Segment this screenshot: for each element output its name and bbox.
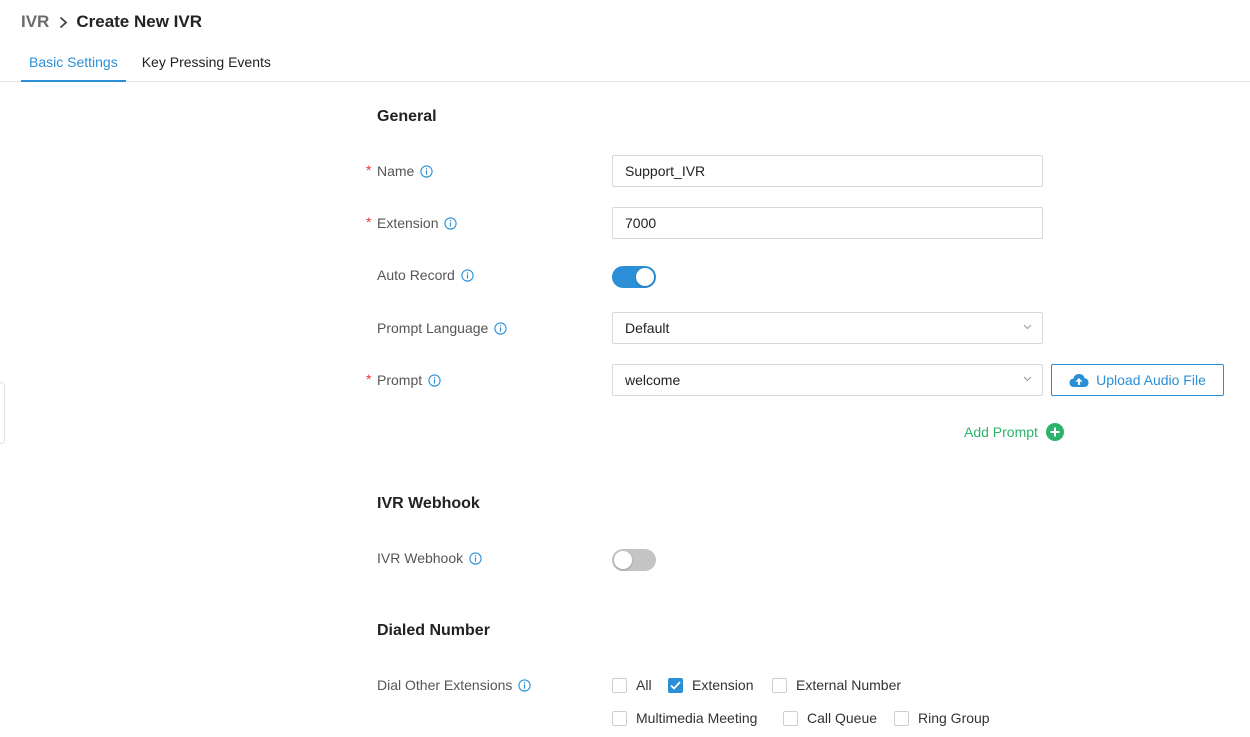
tab-bar: Basic Settings Key Pressing Events [21, 44, 287, 82]
checkbox-box[interactable] [783, 710, 798, 726]
prompt-label-row: * Prompt [366, 370, 441, 390]
plus-circle-icon [1045, 423, 1064, 441]
name-input[interactable] [612, 155, 1043, 187]
toggle-knob [614, 551, 632, 569]
checkbox-box[interactable] [772, 677, 787, 693]
checkbox-label: Extension [692, 677, 754, 693]
checkbox-label: Call Queue [807, 710, 878, 726]
checkbox-external-number[interactable]: External Number [772, 676, 901, 694]
prompt-value: welcome [625, 372, 681, 388]
page-title: Create New IVR [76, 12, 203, 31]
prompt-language-select[interactable]: Default [612, 312, 1043, 344]
checkbox-box[interactable] [612, 677, 627, 693]
ivr-webhook-label-row: IVR Webhook [377, 548, 482, 568]
checkbox-extension[interactable]: Extension [668, 676, 753, 694]
prompt-language-value: Default [625, 320, 670, 336]
checkbox-label: Ring Group [918, 710, 990, 726]
checkbox-box[interactable] [612, 710, 627, 726]
breadcrumb: IVR Create New IVR [21, 11, 202, 33]
auto-record-label: Auto Record [377, 267, 455, 283]
info-icon[interactable] [518, 678, 532, 692]
info-icon[interactable] [420, 164, 434, 178]
tab-key-pressing-events[interactable]: Key Pressing Events [134, 44, 279, 82]
checkbox-multimedia-meeting[interactable]: Multimedia Meeting [612, 709, 757, 727]
chevron-down-icon [1023, 324, 1032, 330]
checkbox-call-queue[interactable]: Call Queue [783, 709, 877, 727]
upload-audio-file-button[interactable]: Upload Audio File [1051, 364, 1224, 396]
prompt-language-label-row: Prompt Language [377, 318, 507, 338]
info-icon[interactable] [444, 216, 458, 230]
info-icon[interactable] [428, 373, 441, 387]
prompt-select[interactable]: welcome [612, 364, 1043, 396]
required-marker: * [366, 371, 372, 387]
name-label: Name [377, 163, 415, 179]
ivr-webhook-label: IVR Webhook [377, 550, 464, 566]
add-prompt-button[interactable]: Add Prompt [964, 422, 1064, 442]
extension-label-row: * Extension [366, 213, 458, 233]
cloud-upload-icon [1069, 373, 1089, 388]
info-icon[interactable] [494, 321, 507, 335]
section-title-dialed-number: Dialed Number [377, 622, 490, 639]
checkbox-all[interactable]: All [612, 676, 652, 694]
info-icon[interactable] [469, 551, 482, 565]
dial-other-extensions-label: Dial Other Extensions [377, 677, 513, 693]
checkbox-label: Multimedia Meeting [636, 710, 758, 726]
section-title-general: General [377, 108, 437, 125]
add-prompt-label: Add Prompt [964, 424, 1038, 440]
ivr-webhook-toggle[interactable] [612, 549, 656, 571]
checkbox-ring-group[interactable]: Ring Group [894, 709, 990, 727]
checkbox-box-checked[interactable] [668, 677, 683, 693]
breadcrumb-parent-link[interactable]: IVR [21, 12, 49, 32]
auto-record-toggle[interactable] [612, 266, 656, 288]
side-panel-handle[interactable] [0, 382, 5, 444]
prompt-language-label: Prompt Language [377, 320, 489, 336]
name-label-row: * Name [366, 161, 434, 181]
tab-basic-settings[interactable]: Basic Settings [21, 44, 126, 82]
section-title-webhook: IVR Webhook [377, 495, 480, 512]
upload-button-label: Upload Audio File [1096, 372, 1206, 388]
checkbox-label: External Number [796, 677, 902, 693]
required-marker: * [366, 162, 372, 178]
checkbox-box[interactable] [894, 710, 909, 726]
checkmark-icon [670, 680, 681, 690]
page-header: IVR Create New IVR Basic Settings Key Pr… [0, 0, 1250, 82]
dial-other-extensions-label-row: Dial Other Extensions [377, 675, 532, 695]
toggle-knob [636, 268, 654, 286]
checkbox-label: All [636, 677, 652, 693]
prompt-label: Prompt [377, 372, 423, 388]
extension-label: Extension [377, 215, 439, 231]
chevron-right-icon [59, 16, 68, 29]
chevron-down-icon [1023, 376, 1032, 382]
auto-record-label-row: Auto Record [377, 265, 474, 285]
info-icon[interactable] [461, 268, 474, 282]
extension-input[interactable] [612, 207, 1043, 239]
required-marker: * [366, 214, 372, 230]
